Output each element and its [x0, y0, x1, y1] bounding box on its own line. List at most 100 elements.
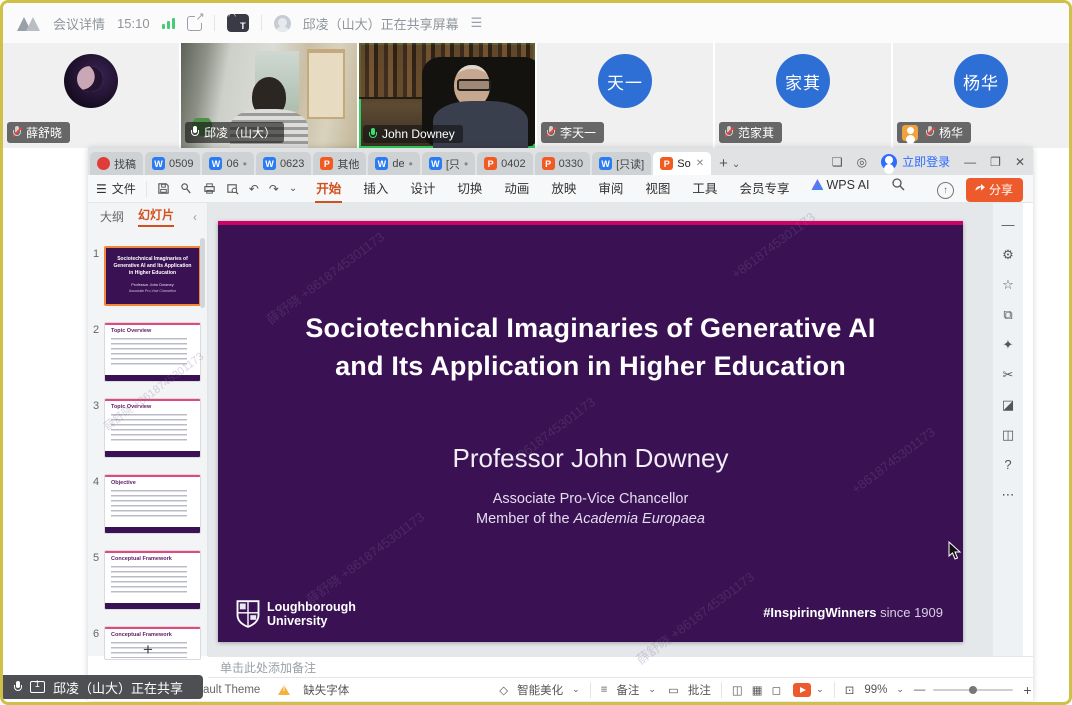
tab-wps-ai[interactable]: WPS AI: [810, 174, 870, 203]
tab-slideshow[interactable]: 放映: [550, 174, 577, 203]
doc-tab[interactable]: Wde•: [368, 152, 419, 175]
normal-view-icon[interactable]: ◫: [732, 683, 743, 697]
divider: [146, 181, 147, 197]
tab-slides[interactable]: 幻灯片: [138, 206, 174, 227]
export-icon[interactable]: [180, 182, 193, 195]
participant-tile[interactable]: 天一 李天一: [537, 43, 713, 148]
participant-tile-speaking[interactable]: John Downey: [359, 43, 535, 148]
tab-list-caret-icon[interactable]: ⌄: [732, 159, 740, 170]
doc-tab[interactable]: P0330: [535, 152, 590, 175]
open-external-icon[interactable]: [187, 16, 202, 31]
sidebar-scrollbar[interactable]: [200, 238, 205, 308]
beautify-button[interactable]: ◇ 智能美化 ⌄: [499, 682, 579, 698]
doc-tab[interactable]: W[只读]: [592, 152, 651, 175]
doc-tab[interactable]: 找稿: [90, 152, 143, 175]
tab-member[interactable]: 会员专享: [738, 174, 790, 203]
more-tools-icon[interactable]: ⋯: [1002, 488, 1015, 501]
doc-tab[interactable]: W0509: [145, 152, 200, 175]
skin-icon[interactable]: ◎: [857, 155, 867, 169]
search-icon[interactable]: [891, 177, 905, 191]
sharing-overlay-bar[interactable]: 邱凌（山大）正在共享: [3, 675, 203, 699]
tab-transition[interactable]: 切换: [456, 174, 483, 203]
redo-icon[interactable]: ↷: [269, 182, 279, 196]
tab-outline[interactable]: 大纲: [100, 208, 124, 225]
play-options-caret-icon[interactable]: ⌄: [816, 684, 824, 695]
favorites-icon[interactable]: ☆: [1002, 278, 1014, 291]
undo-icon[interactable]: ↶: [249, 182, 259, 196]
reading-view-icon[interactable]: ◻: [772, 683, 782, 697]
doc-tab[interactable]: W0623: [256, 152, 311, 175]
notes-toggle[interactable]: ≡备注⌄: [601, 682, 656, 698]
tab-review[interactable]: 审阅: [597, 174, 624, 203]
editor-canvas[interactable]: Sociotechnical Imaginaries of Generative…: [208, 203, 993, 656]
upload-cloud-icon[interactable]: ↑: [937, 182, 954, 199]
participant-tile[interactable]: 杨华 杨华: [893, 43, 1069, 148]
zoom-in-button[interactable]: +: [1023, 682, 1031, 698]
file-menu[interactable]: ☰文件: [96, 180, 136, 197]
print-preview-icon[interactable]: [226, 182, 239, 195]
slide-thumbnail[interactable]: Topic Overview: [104, 398, 201, 458]
design-assets-icon[interactable]: ✂: [1003, 368, 1014, 381]
quickbar-caret-icon[interactable]: ⌄: [289, 183, 297, 194]
share-button[interactable]: 分享: [966, 178, 1023, 202]
zoom-level[interactable]: 99%⌄: [864, 684, 904, 696]
tab-switcher-icon[interactable]: ❏: [832, 155, 843, 169]
participant-tile[interactable]: 家萁 范家萁: [715, 43, 891, 148]
tab-tools[interactable]: 工具: [691, 174, 718, 203]
zoom-slider[interactable]: [933, 689, 1013, 691]
interpreter-badge-icon[interactable]: T: [227, 14, 249, 32]
doc-tab-active[interactable]: PSo✕: [653, 152, 711, 175]
slide-thumbnail[interactable]: Objective: [104, 474, 201, 534]
restore-button[interactable]: ❐: [990, 155, 1001, 169]
copy-shapes-icon[interactable]: ⧉: [1003, 308, 1012, 321]
minimize-button[interactable]: —: [964, 155, 976, 169]
close-button[interactable]: ✕: [1015, 155, 1025, 169]
slide-thumbnail-selected[interactable]: Sociotechnical Imaginaries of Generative…: [104, 246, 201, 306]
network-signal-icon[interactable]: [162, 17, 175, 29]
sharing-menu-icon[interactable]: ☰: [471, 15, 483, 31]
collapse-rail-icon[interactable]: —: [1002, 218, 1015, 231]
slide-title[interactable]: Sociotechnical Imaginaries of Generative…: [218, 309, 963, 385]
slide-presenter[interactable]: Professor John Downey: [218, 443, 963, 474]
slide-thumbnail[interactable]: Conceptual Framework: [104, 550, 201, 610]
slide-role-line[interactable]: Associate Pro-Vice Chancellor: [218, 491, 963, 507]
doc-tab[interactable]: P其他: [313, 152, 366, 175]
ai-assistant-icon[interactable]: ◪: [1002, 398, 1014, 411]
comments-toggle[interactable]: ▭批注: [668, 682, 711, 698]
meeting-details-link[interactable]: 会议详情: [53, 14, 105, 33]
doc-tab[interactable]: P0402: [477, 152, 532, 175]
participant-tile[interactable]: 薛舒晓: [3, 43, 179, 148]
tab-design[interactable]: 设计: [409, 174, 436, 203]
collapse-panel-icon[interactable]: ‹: [193, 210, 197, 224]
tab-view[interactable]: 视图: [644, 174, 671, 203]
play-slideshow-button[interactable]: [793, 683, 811, 697]
properties-icon[interactable]: ⚙: [1002, 248, 1014, 261]
beautify-wand-icon[interactable]: ✦: [1003, 338, 1014, 351]
zoom-slider-handle[interactable]: [969, 686, 977, 694]
slide-thumbnail[interactable]: Topic Overview: [104, 322, 201, 382]
doc-tab[interactable]: W06•: [202, 152, 253, 175]
slide-role-line[interactable]: Member of the Academia Europaea: [218, 511, 963, 527]
participant-name-badge: 李天一: [541, 122, 604, 143]
add-slide-button[interactable]: +: [143, 640, 153, 660]
tab-insert[interactable]: 插入: [362, 174, 389, 203]
participant-tile[interactable]: 邱凌（山大）: [181, 43, 357, 148]
new-tab-button[interactable]: +: [719, 155, 728, 172]
tab-home[interactable]: 开始: [315, 174, 342, 203]
tab-animation[interactable]: 动画: [503, 174, 530, 203]
login-button[interactable]: 立即登录: [881, 153, 950, 170]
slide-footer: #InspiringWinners since 1909: [763, 605, 943, 620]
help-icon[interactable]: ?: [1004, 458, 1011, 471]
grid-view-icon[interactable]: ▦: [752, 683, 763, 697]
fit-screen-icon[interactable]: ⊡: [845, 683, 855, 697]
close-tab-icon[interactable]: ✕: [696, 158, 704, 169]
zoom-out-button[interactable]: —: [914, 684, 926, 696]
login-avatar-icon: [881, 154, 897, 170]
doc-tab[interactable]: W[只•: [422, 152, 475, 175]
template-library-icon[interactable]: ◫: [1002, 428, 1014, 441]
print-icon[interactable]: [203, 182, 216, 195]
missing-font-warning[interactable]: 缺失字体: [278, 682, 349, 698]
save-icon[interactable]: [157, 182, 170, 195]
slide-editor[interactable]: Sociotechnical Imaginaries of Generative…: [218, 221, 963, 642]
notes-area[interactable]: 单击此处添加备注: [208, 656, 1033, 678]
